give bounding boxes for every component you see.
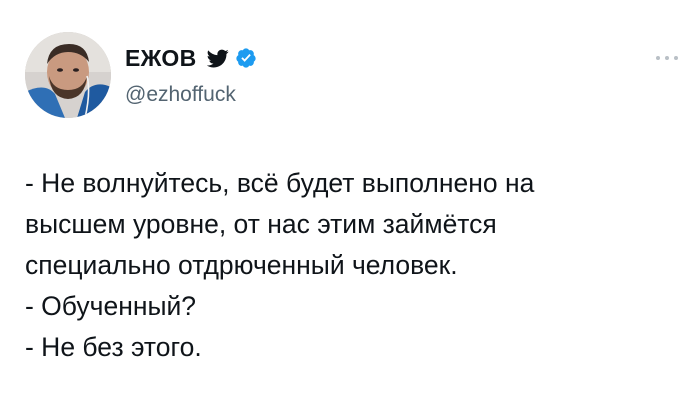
author-name-row: ЕЖОВ — [125, 44, 257, 72]
tweet-line: высшем уровне, от нас этим займётся — [25, 209, 497, 239]
tweet-line: - Не волнуйтесь, всё будет выполнено на — [25, 168, 535, 198]
tweet-line: - Не без этого. — [25, 332, 202, 362]
tweet-text: - Не волнуйтесь, всё будет выполнено на … — [25, 163, 675, 368]
more-dots-icon[interactable] — [652, 50, 682, 60]
tweet-card: ЕЖОВ @ezhoffuck - Не волнуйтесь, всё буд… — [0, 0, 700, 420]
avatar[interactable] — [25, 32, 111, 118]
author-handle[interactable]: @ezhoffuck — [125, 83, 236, 107]
tweet-line: специально отдрюченный человек. — [25, 250, 458, 280]
author-display-name[interactable]: ЕЖОВ — [125, 45, 197, 72]
tweet-line: - Обученный? — [25, 291, 197, 321]
twitter-bird-icon — [206, 47, 229, 69]
verified-badge-icon — [235, 47, 257, 69]
